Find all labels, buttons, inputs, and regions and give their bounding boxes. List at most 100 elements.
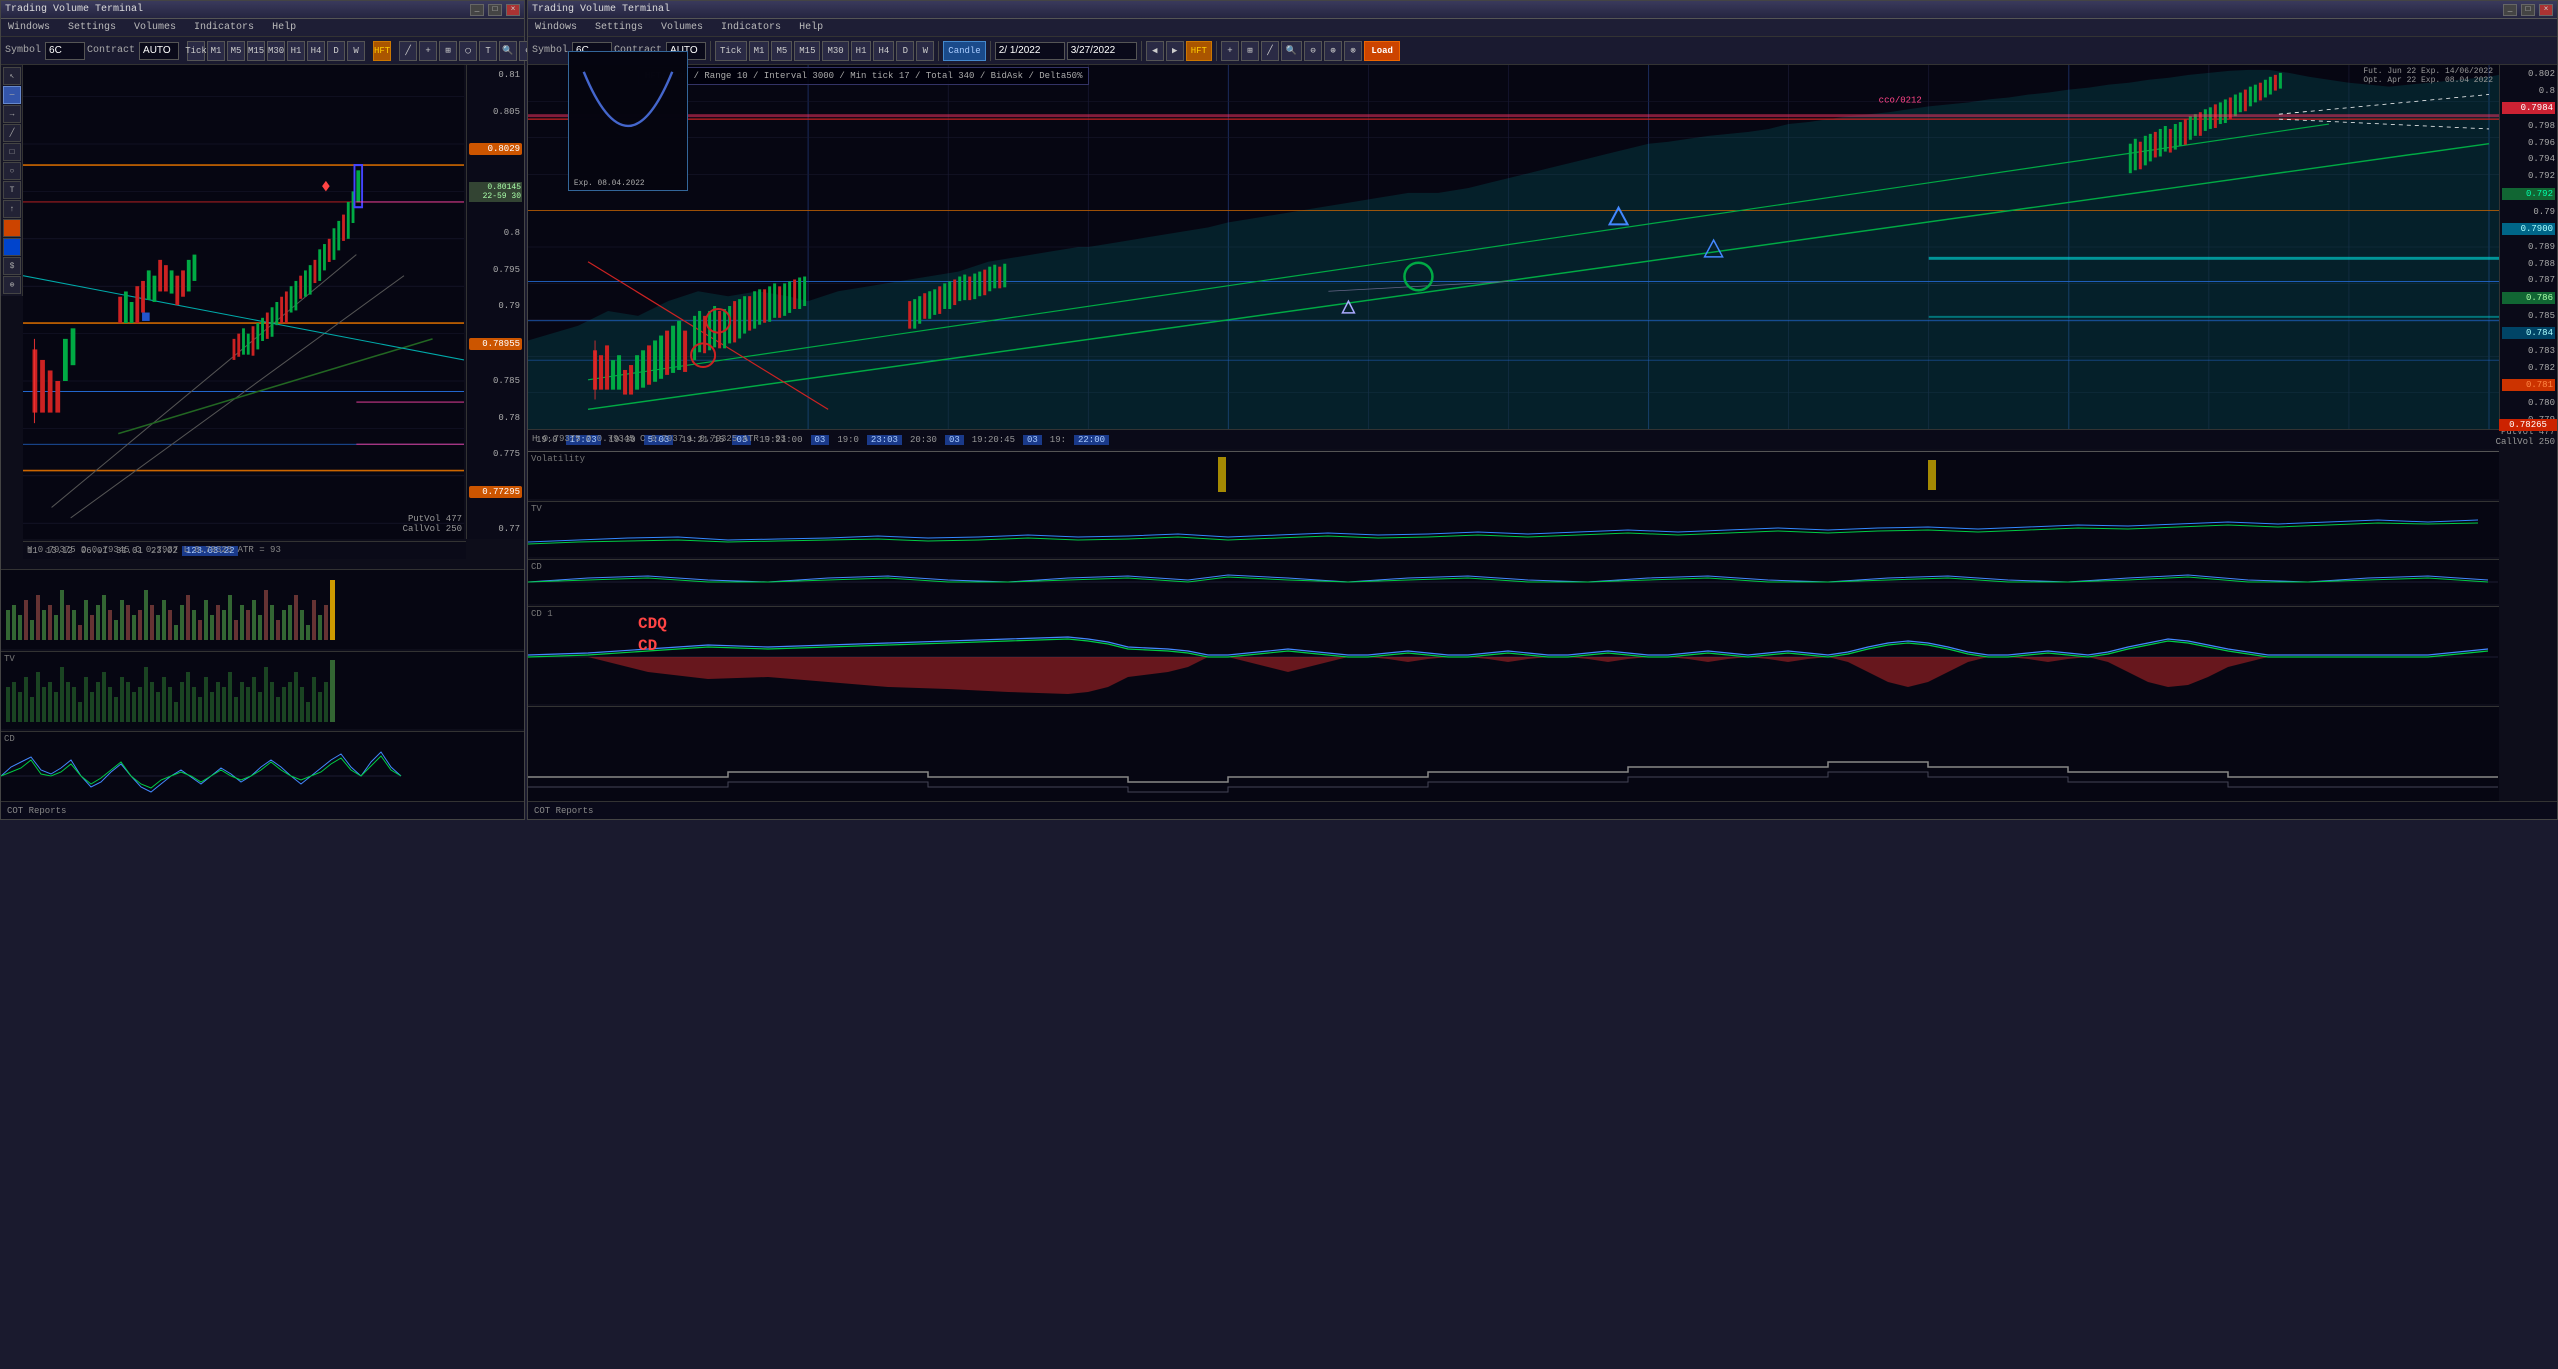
segment-tool[interactable]: ╱ (3, 124, 21, 142)
left-menu-indicators[interactable]: Indicators (191, 21, 257, 34)
draw1-btn[interactable]: ╱ (399, 41, 417, 61)
time-r-1900: 19:0 (829, 435, 867, 445)
right-menu-settings[interactable]: Settings (592, 21, 646, 34)
left-contract-input[interactable] (139, 42, 179, 60)
w-btn[interactable]: W (347, 41, 365, 61)
right-menu-windows[interactable]: Windows (532, 21, 580, 34)
price-0.775: 0.775 (469, 449, 522, 459)
price-0.795: 0.795 (469, 265, 522, 275)
r-price-0.785: 0.785 (2502, 311, 2555, 321)
right-maximize-btn[interactable]: □ (2521, 4, 2535, 16)
r-price-0.789: 0.789 (2502, 242, 2555, 252)
left-menu-help[interactable]: Help (269, 21, 299, 34)
left-minimize-btn[interactable]: _ (470, 4, 484, 16)
right-bwd-btn[interactable]: ⊗ (1344, 41, 1362, 61)
price-0.77295: 0.77295 (469, 486, 522, 498)
left-chart-svg (23, 65, 464, 539)
right-h1-btn[interactable]: H1 (851, 41, 872, 61)
right-hloc-bar: H 0.79375 O 0.79345 C 0.7937 L 0.79325 A… (528, 429, 790, 449)
price-0.8: 0.8 (469, 228, 522, 238)
ray-tool[interactable]: → (3, 105, 21, 123)
arrow-tool[interactable]: ↑ (3, 200, 21, 218)
r-price-0.794: 0.794 (2502, 154, 2555, 164)
time-r-03d: 03 (1023, 435, 1042, 445)
right-m1-btn[interactable]: M1 (749, 41, 770, 61)
right-d-btn[interactable]: D (896, 41, 914, 61)
right-date-from[interactable] (995, 42, 1065, 60)
left-tv-svg (1, 652, 524, 729)
right-m30-btn[interactable]: M30 (822, 41, 848, 61)
right-draw2-btn[interactable]: ⊞ (1241, 41, 1259, 61)
color1-tool[interactable] (3, 219, 21, 237)
right-toolbar: Symbol Contract Tick M1 M5 M15 M30 H1 H4… (528, 37, 2557, 65)
r-price-0.7900: 0.7900 (2502, 223, 2555, 235)
price-0.78: 0.78 (469, 413, 522, 423)
zoom-in-btn[interactable]: 🔍 (499, 41, 517, 61)
price-0.81: 0.81 (469, 70, 522, 80)
dollar-tool[interactable]: $ (3, 257, 21, 275)
text-tool[interactable]: T (3, 181, 21, 199)
draw2-btn[interactable]: + (419, 41, 437, 61)
volatility-svg (528, 452, 2499, 499)
ellipse-tool[interactable]: ○ (3, 162, 21, 180)
m15-btn[interactable]: M15 (247, 41, 265, 61)
right-title: Trading Volume Terminal (532, 4, 670, 15)
magnet-tool[interactable]: ⊕ (3, 276, 21, 294)
right-menu-indicators[interactable]: Indicators (718, 21, 784, 34)
rect-tool[interactable]: □ (3, 143, 21, 161)
right-cd1-panel: CD 1 CDQ CD (528, 606, 2499, 704)
right-zoom-out-btn[interactable]: ⊖ (1304, 41, 1322, 61)
svg-text:cco/0212: cco/0212 (1879, 95, 1922, 105)
time-r-19: 19: (1042, 435, 1074, 445)
right-candle-btn[interactable]: Candle (943, 41, 985, 61)
right-tv-label: TV (531, 504, 542, 514)
right-cd1-label: CD 1 (531, 609, 553, 619)
right-hft-btn[interactable]: HFT (1186, 41, 1212, 61)
right-fwd-btn[interactable]: ⊕ (1324, 41, 1342, 61)
right-w-btn[interactable]: W (916, 41, 934, 61)
r-price-0.786: 0.786 (2502, 292, 2555, 304)
right-date-to[interactable] (1067, 42, 1137, 60)
d-btn[interactable]: D (327, 41, 345, 61)
right-load-btn[interactable]: Load (1364, 41, 1400, 61)
right-zoom-in-btn[interactable]: 🔍 (1281, 41, 1302, 61)
draw4-btn[interactable]: ◯ (459, 41, 477, 61)
right-menu-bar: Windows Settings Volumes Indicators Help (528, 19, 2557, 37)
right-prev-btn[interactable]: ◀ (1146, 41, 1164, 61)
right-chart-area: cco/0212 (528, 65, 2499, 429)
right-m15-btn[interactable]: M15 (794, 41, 820, 61)
hft-btn[interactable]: HFT (373, 41, 391, 61)
color2-tool[interactable] (3, 238, 21, 256)
tick-btn[interactable]: Tick (187, 41, 205, 61)
m1-btn[interactable]: M1 (207, 41, 225, 61)
line-tool[interactable]: ─ (3, 86, 21, 104)
cursor-tool[interactable]: ↖ (3, 67, 21, 85)
left-menu-settings[interactable]: Settings (65, 21, 119, 34)
right-next-btn[interactable]: ▶ (1166, 41, 1184, 61)
left-symbol-input[interactable] (45, 42, 85, 60)
m5-btn[interactable]: M5 (227, 41, 245, 61)
r-price-0.792-hl: 0.792 (2502, 188, 2555, 200)
right-tick-btn[interactable]: Tick (715, 41, 747, 61)
right-menu-volumes[interactable]: Volumes (658, 21, 706, 34)
draw5-btn[interactable]: T (479, 41, 497, 61)
left-menu-volumes[interactable]: Volumes (131, 21, 179, 34)
left-hloc-bar: H 0.79375 O 0.79345 C 0.7937 L 0.79325 A… (23, 543, 285, 557)
right-close-btn[interactable]: × (2539, 4, 2553, 16)
h4-btn[interactable]: H4 (307, 41, 325, 61)
left-close-btn[interactable]: × (506, 4, 520, 16)
draw3-btn[interactable]: ⊞ (439, 41, 457, 61)
left-maximize-btn[interactable]: □ (488, 4, 502, 16)
right-draw1-btn[interactable]: + (1221, 41, 1239, 61)
right-draw3-btn[interactable]: ╱ (1261, 41, 1279, 61)
h1-btn[interactable]: H1 (287, 41, 305, 61)
right-minimize-btn[interactable]: _ (2503, 4, 2517, 16)
right-m5-btn[interactable]: M5 (771, 41, 792, 61)
r-price-0.796: 0.796 (2502, 138, 2555, 148)
m30-btn[interactable]: M30 (267, 41, 285, 61)
right-status-text: COT Reports (534, 806, 593, 816)
left-menu-windows[interactable]: Windows (5, 21, 53, 34)
right-chart-svg: cco/0212 (528, 65, 2499, 429)
right-menu-help[interactable]: Help (796, 21, 826, 34)
right-h4-btn[interactable]: H4 (873, 41, 894, 61)
